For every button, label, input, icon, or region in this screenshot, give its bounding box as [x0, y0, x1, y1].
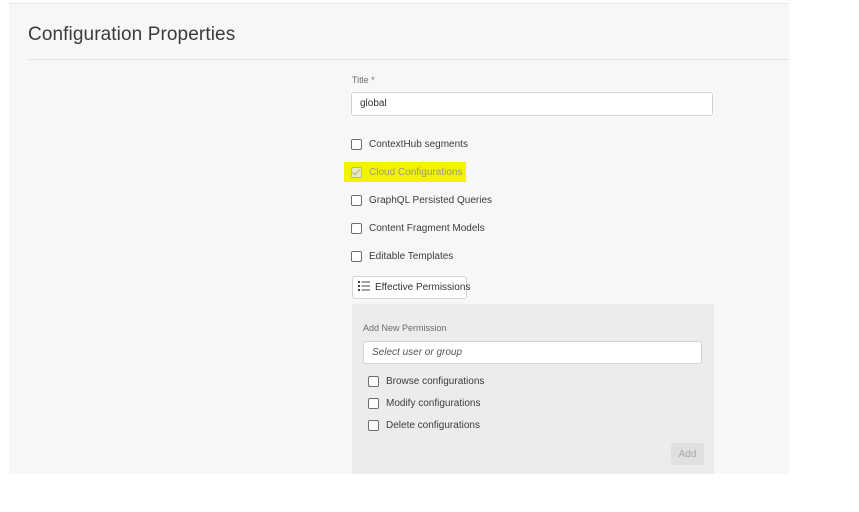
user-or-group-select[interactable]: Select user or group — [363, 341, 702, 364]
checkbox-label: Cloud Configurations — [369, 166, 463, 178]
add-permission-button[interactable]: Add — [671, 443, 704, 465]
add-new-permission-label: Add New Permission — [363, 323, 447, 333]
checkbox-label: Content Fragment Models — [369, 222, 485, 234]
checkbox-box[interactable] — [368, 419, 379, 431]
add-permission-panel: Add New Permission Select user or group … — [352, 304, 714, 474]
checkbox-box[interactable] — [351, 138, 362, 150]
title-input[interactable]: global — [351, 92, 713, 116]
checkbox-box[interactable] — [368, 375, 379, 387]
delete-configurations-checkbox[interactable]: Delete configurations — [368, 418, 480, 432]
checkbox-label: Modify configurations — [386, 397, 481, 409]
checkbox-label: ContextHub segments — [369, 138, 468, 150]
modify-configurations-checkbox[interactable]: Modify configurations — [368, 396, 481, 410]
checkbox-box[interactable] — [351, 194, 362, 206]
checkbox-box[interactable] — [351, 250, 362, 262]
title-field-label: Title * — [352, 75, 375, 85]
checkbox-label: Browse configurations — [386, 375, 485, 387]
content-fragment-models-checkbox[interactable]: Content Fragment Models — [351, 221, 485, 235]
checkbox-label: GraphQL Persisted Queries — [369, 194, 493, 206]
checkbox-box[interactable] — [368, 397, 379, 409]
page-title: Configuration Properties — [28, 24, 236, 45]
editable-templates-checkbox[interactable]: Editable Templates — [351, 249, 453, 263]
checkbox-label: Editable Templates — [369, 250, 454, 262]
title-divider — [28, 59, 789, 60]
contexthub-segments-checkbox[interactable]: ContextHub segments — [351, 137, 468, 151]
browse-configurations-checkbox[interactable]: Browse configurations — [368, 374, 484, 388]
list-icon — [358, 279, 370, 297]
cloud-configurations-checkbox[interactable]: Cloud Configurations — [351, 165, 462, 179]
effective-permissions-label: Effective Permissions — [375, 282, 471, 293]
graphql-persisted-queries-checkbox[interactable]: GraphQL Persisted Queries — [351, 193, 492, 207]
effective-permissions-button[interactable]: Effective Permissions — [352, 276, 471, 299]
checkbox-label: Delete configurations — [386, 419, 480, 431]
checkbox-box[interactable] — [351, 222, 362, 234]
checkbox-box-checked[interactable] — [351, 166, 362, 178]
